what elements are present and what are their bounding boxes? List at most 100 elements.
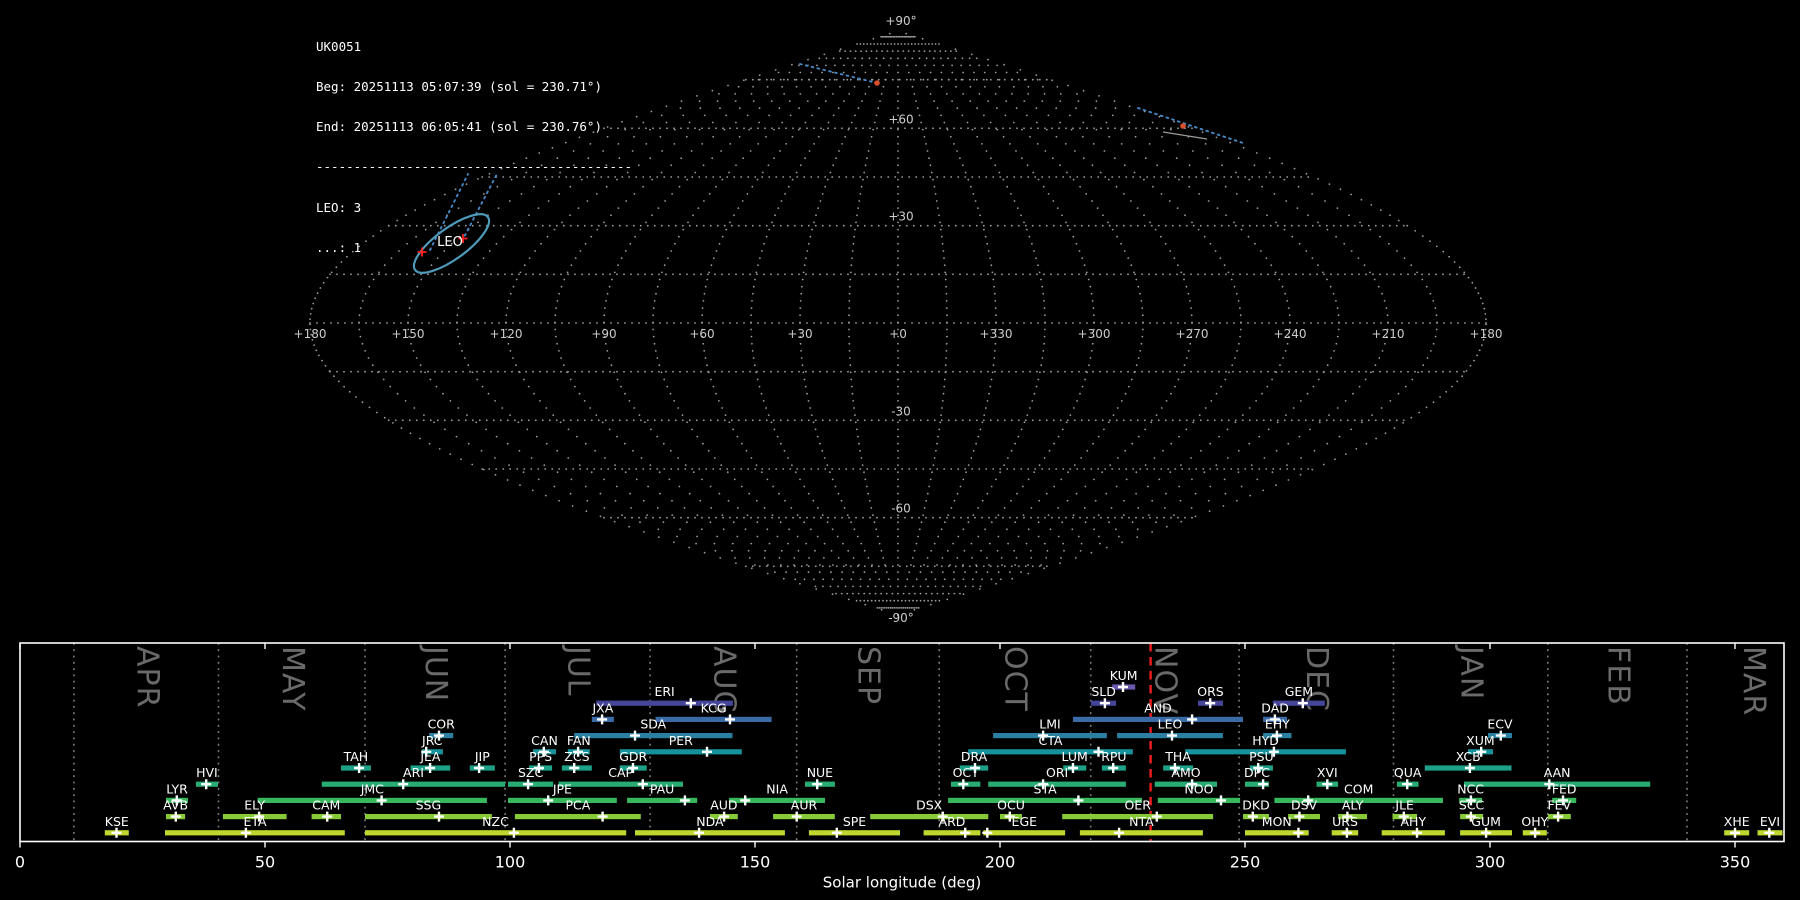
grid-dot	[1432, 342, 1435, 345]
grid-dot	[915, 176, 918, 178]
grid-dot	[1051, 157, 1054, 160]
grid-dot	[875, 50, 878, 52]
grid-dot	[872, 514, 874, 516]
grid-dot	[1036, 78, 1039, 81]
grid-dot	[1298, 242, 1301, 245]
grid-dot	[839, 85, 841, 88]
grid-dot	[1299, 473, 1302, 476]
grid-dot	[709, 419, 712, 422]
lat-label: +30	[888, 210, 913, 224]
grid-dot	[1073, 224, 1076, 227]
grid-dot	[649, 157, 652, 160]
grid-dot	[869, 516, 871, 519]
grid-dot	[864, 164, 867, 167]
grid-dot	[670, 250, 673, 252]
grid-dot	[840, 592, 843, 595]
grid-dot	[630, 507, 632, 509]
grid-dot	[695, 542, 697, 545]
grid-dot	[910, 273, 912, 276]
grid-dot	[901, 35, 904, 38]
grid-dot	[852, 585, 854, 588]
grid-dot	[758, 107, 761, 110]
grid-dot	[951, 64, 953, 67]
grid-dot	[971, 557, 973, 559]
grid-dot	[823, 457, 826, 459]
grid-dot	[1389, 400, 1392, 402]
grid-dot	[309, 318, 311, 320]
grid-dot	[678, 185, 681, 188]
grid-dot	[837, 107, 840, 110]
grid-dot	[867, 585, 869, 588]
grid-dot	[944, 271, 947, 274]
grid-dot	[1121, 516, 1123, 519]
grid-dot	[750, 307, 753, 309]
grid-dot	[799, 300, 802, 302]
grid-dot	[1190, 507, 1193, 509]
grid-dot	[1331, 322, 1333, 324]
grid-dot	[1296, 322, 1298, 324]
grid-dot	[896, 273, 898, 276]
grid-dot	[957, 176, 960, 178]
grid-dot	[350, 370, 352, 373]
grid-dot	[1149, 127, 1151, 130]
grid-dot	[947, 419, 950, 422]
grid-dot	[771, 127, 773, 130]
grid-dot	[846, 514, 849, 516]
grid-dot	[725, 228, 728, 231]
grid-dot	[1233, 285, 1236, 288]
grid-dot	[744, 528, 747, 531]
grid-dot	[933, 419, 936, 422]
grid-dot	[1471, 322, 1473, 324]
grid-dot	[737, 224, 740, 227]
grid-dot	[1435, 273, 1437, 276]
grid-dot	[428, 442, 431, 445]
grid-dot	[574, 385, 576, 388]
grid-dot	[780, 200, 783, 202]
grid-dot	[1155, 370, 1157, 373]
grid-dot	[785, 322, 787, 324]
grid-dot	[942, 392, 945, 395]
grid-dot	[1248, 224, 1251, 227]
grid-dot	[1073, 464, 1076, 466]
grid-dot	[861, 100, 863, 102]
grid-dot	[1265, 468, 1268, 470]
grid-dot	[750, 127, 752, 130]
grid-dot	[1481, 302, 1484, 305]
grid-dot	[719, 176, 722, 178]
grid-dot	[744, 78, 747, 81]
grid-dot	[897, 171, 899, 174]
grid-dot	[789, 468, 792, 470]
grid-dot	[455, 370, 457, 373]
grid-dot	[912, 419, 915, 422]
grid-dot	[1400, 273, 1402, 276]
grid-dot	[633, 407, 636, 409]
grid-dot	[512, 285, 515, 288]
grid-dot	[807, 571, 810, 574]
grid-dot	[714, 273, 716, 276]
grid-dot	[382, 378, 385, 381]
grid-dot	[1156, 516, 1158, 519]
grid-dot	[1083, 264, 1086, 267]
grid-dot	[1422, 364, 1425, 367]
grid-dot	[863, 565, 866, 568]
grid-dot	[1262, 489, 1265, 492]
grid-dot	[954, 57, 957, 60]
grid-dot	[779, 419, 782, 422]
grid-dot	[1021, 128, 1023, 131]
grid-dot	[428, 322, 430, 324]
grid-dot	[652, 328, 654, 331]
grid-dot	[673, 128, 676, 131]
grid-dot	[854, 414, 856, 416]
grid-dot	[1113, 157, 1116, 160]
grid-dot	[721, 178, 724, 181]
grid-dot	[1184, 322, 1186, 324]
grid-dot	[1135, 516, 1137, 519]
grid-dot	[906, 35, 909, 38]
grid-dot	[1276, 224, 1279, 227]
grid-dot	[831, 478, 834, 481]
grid-dot	[553, 370, 555, 373]
grid-dot	[555, 419, 558, 422]
shower-peak-HVI	[201, 779, 212, 790]
grid-dot	[1043, 307, 1046, 309]
grid-dot	[838, 150, 840, 152]
